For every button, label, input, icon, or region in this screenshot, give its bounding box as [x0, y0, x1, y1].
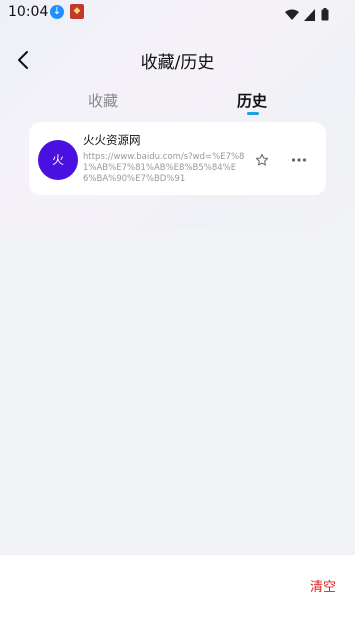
clear-history-button[interactable]: 清空 [310, 576, 336, 595]
favorite-button[interactable] [255, 152, 269, 166]
battery-icon [321, 8, 329, 21]
signal-icon [303, 8, 315, 21]
history-list-item[interactable]: 火 火火资源网 https://www.baidu.com/s?wd=%E7%8… [29, 122, 326, 195]
header: 收藏/历史 [0, 42, 355, 78]
more-options-button[interactable] [291, 152, 307, 166]
status-bar: 10:04 ↓ ◆ [0, 0, 355, 24]
wifi-icon [284, 9, 299, 20]
star-icon [255, 153, 269, 166]
page-title: 收藏/历史 [140, 53, 215, 73]
history-item-url: https://www.baidu.com/s?wd=%E7%81%AB%E7%… [83, 152, 245, 184]
status-time: 10:04 [8, 4, 49, 20]
tab-bar: 收藏 历史 [0, 88, 355, 118]
app-icon: ◆ [70, 4, 84, 19]
more-icon [291, 158, 307, 162]
tab-favorites[interactable]: 收藏 [88, 90, 118, 111]
history-item-title: 火火资源网 [83, 133, 141, 147]
bottom-action-bar: 清空 [0, 555, 355, 631]
status-right-icons [284, 4, 329, 23]
download-icon: ↓ [50, 5, 64, 19]
tab-history[interactable]: 历史 [237, 90, 267, 111]
site-avatar: 火 [38, 140, 78, 180]
active-tab-indicator [247, 112, 259, 115]
